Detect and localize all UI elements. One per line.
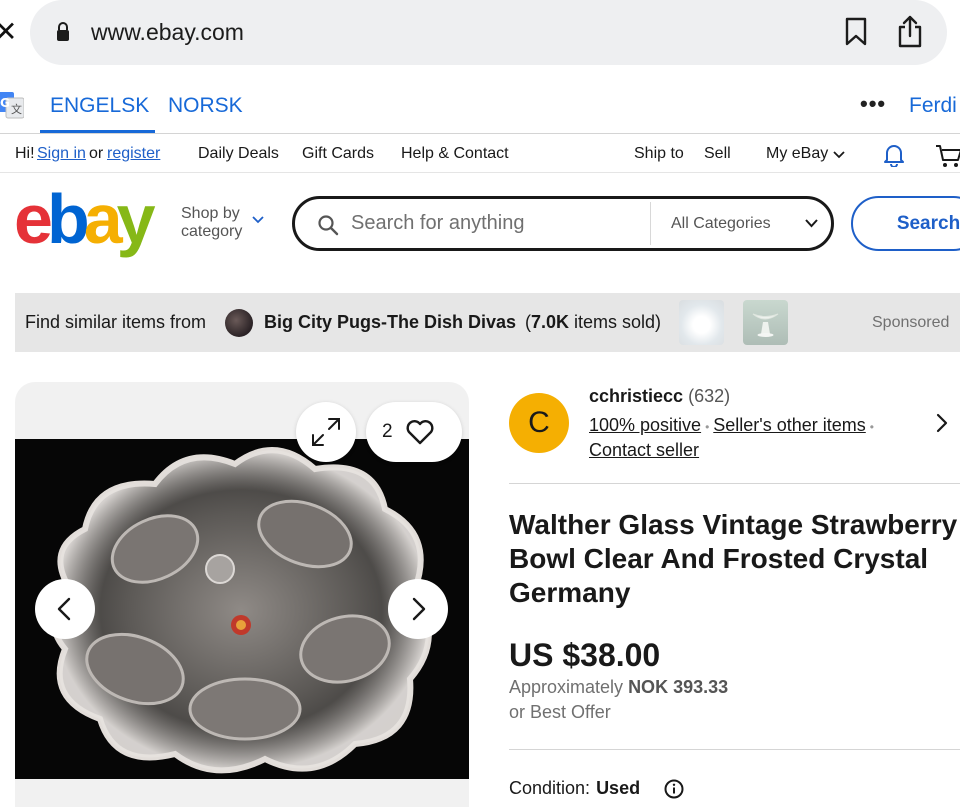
contact-seller-link[interactable]: Contact seller bbox=[589, 438, 699, 462]
svg-text:文: 文 bbox=[11, 102, 22, 116]
top-navigation: Hi! Sign in or register Daily Deals Gift… bbox=[0, 135, 960, 173]
approx-prefix: Approximately bbox=[509, 677, 624, 697]
translate-bar: G 文 ENGELSK NORSK ••• Ferdi bbox=[0, 78, 960, 134]
seller-username: cchristiecc bbox=[589, 386, 684, 406]
tab-english[interactable]: ENGELSK bbox=[50, 92, 149, 120]
best-offer-text: or Best Offer bbox=[509, 702, 611, 722]
search-divider bbox=[650, 202, 651, 245]
translate-icon[interactable]: G 文 bbox=[0, 90, 24, 120]
divider bbox=[509, 483, 960, 484]
category-select[interactable]: All Categories bbox=[671, 213, 771, 235]
chevron-left-icon bbox=[57, 597, 71, 621]
bell-icon[interactable] bbox=[883, 143, 905, 167]
sign-in-link[interactable]: Sign in bbox=[37, 135, 86, 173]
gift-cards-link[interactable]: Gift Cards bbox=[302, 135, 374, 173]
translate-done-button[interactable]: Ferdi bbox=[909, 92, 957, 120]
url-text[interactable]: www.ebay.com bbox=[91, 18, 244, 46]
browser-toolbar: ✕ www.ebay.com bbox=[0, 0, 960, 76]
tab-norwegian[interactable]: NORSK bbox=[168, 92, 243, 120]
active-tab-indicator bbox=[40, 130, 155, 133]
previous-image-button[interactable] bbox=[35, 579, 95, 639]
search-icon bbox=[318, 215, 339, 236]
separator-dot: • bbox=[705, 420, 710, 434]
positive-feedback-link[interactable]: 100% positive bbox=[589, 415, 701, 435]
or-text: or bbox=[89, 145, 104, 162]
watch-button[interactable]: 2 bbox=[366, 402, 462, 462]
address-bar[interactable]: www.ebay.com bbox=[30, 0, 947, 65]
logo-letter-b: b bbox=[46, 180, 90, 258]
seller-links: 100% positive • Seller's other items • bbox=[589, 413, 878, 439]
banner-sold-count: (7.0K items sold) bbox=[525, 310, 661, 334]
heart-icon bbox=[406, 420, 434, 445]
sold-suffix: items sold) bbox=[569, 312, 662, 332]
expand-image-button[interactable] bbox=[296, 402, 356, 462]
more-options-button[interactable]: ••• bbox=[860, 92, 886, 116]
bookmark-icon[interactable] bbox=[844, 17, 868, 47]
seller-feedback-score: (632) bbox=[688, 386, 731, 406]
seller-name[interactable]: cchristiecc (632) bbox=[589, 384, 730, 408]
lock-icon bbox=[57, 22, 69, 41]
store-avatar bbox=[225, 309, 253, 337]
condition-label: Condition: bbox=[509, 778, 591, 798]
banner-thumbnail[interactable] bbox=[743, 300, 788, 345]
item-title: Walther Glass Vintage Strawberry Bowl Cl… bbox=[509, 509, 958, 608]
sold-count-number: 7.0K bbox=[531, 312, 570, 332]
ship-to-link[interactable]: Ship to bbox=[634, 135, 684, 173]
banner-prefix: Find similar items from bbox=[25, 312, 207, 332]
logo-letter-e: e bbox=[14, 180, 53, 258]
sponsored-label: Sponsored bbox=[872, 314, 950, 331]
banner-store-name[interactable]: Big City Pugs-The Dish Divas bbox=[264, 310, 516, 334]
search-button[interactable]: Search bbox=[851, 196, 960, 251]
seller-avatar[interactable]: C bbox=[509, 393, 569, 453]
my-ebay-link[interactable]: My eBay bbox=[766, 135, 828, 173]
cart-icon[interactable] bbox=[935, 144, 960, 168]
logo-letter-a: a bbox=[83, 180, 123, 258]
approx-price: Approximately NOK 393.33 bbox=[509, 675, 728, 699]
register-link[interactable]: register bbox=[107, 135, 160, 173]
svg-text:G: G bbox=[0, 96, 10, 110]
shop-by-line2: category bbox=[181, 223, 243, 240]
sell-link[interactable]: Sell bbox=[704, 135, 731, 173]
logo-letter-y: y bbox=[116, 180, 156, 258]
condition-value: Used bbox=[596, 778, 641, 798]
info-icon[interactable] bbox=[664, 779, 684, 799]
image-gallery: 2 bbox=[15, 382, 469, 807]
watch-count: 2 bbox=[382, 421, 393, 442]
chevron-down-icon bbox=[833, 151, 845, 159]
chevron-right-icon bbox=[412, 597, 426, 621]
cake-stand-thumbnail bbox=[752, 313, 779, 337]
separator-dot: • bbox=[869, 420, 874, 434]
daily-deals-link[interactable]: Daily Deals bbox=[198, 135, 279, 173]
chevron-down-icon[interactable] bbox=[805, 219, 818, 228]
divider bbox=[509, 749, 960, 750]
sponsored-banner[interactable]: Find similar items from Big City Pugs-Th… bbox=[15, 293, 960, 352]
share-icon[interactable] bbox=[896, 14, 924, 48]
expand-icon bbox=[312, 418, 340, 446]
close-icon[interactable]: ✕ bbox=[0, 18, 17, 46]
banner-thumbnail[interactable] bbox=[679, 300, 724, 345]
seller-other-items-link[interactable]: Seller's other items bbox=[713, 415, 866, 435]
greeting-text: Hi! bbox=[15, 145, 35, 162]
shop-by-category-button[interactable]: Shop by category bbox=[181, 205, 242, 241]
search-input[interactable] bbox=[351, 207, 641, 240]
approx-value: NOK 393.33 bbox=[628, 677, 729, 697]
item-price: US $38.00 bbox=[509, 637, 661, 673]
help-contact-link[interactable]: Help & Contact bbox=[401, 135, 509, 173]
chevron-right-icon[interactable] bbox=[936, 413, 948, 433]
next-image-button[interactable] bbox=[388, 579, 448, 639]
search-bar: All Categories bbox=[292, 196, 834, 251]
item-condition: Condition: Used bbox=[509, 776, 640, 800]
shop-by-line1: Shop by bbox=[181, 205, 240, 222]
ebay-logo[interactable]: ebay bbox=[14, 184, 156, 254]
chevron-down-icon bbox=[252, 216, 264, 224]
